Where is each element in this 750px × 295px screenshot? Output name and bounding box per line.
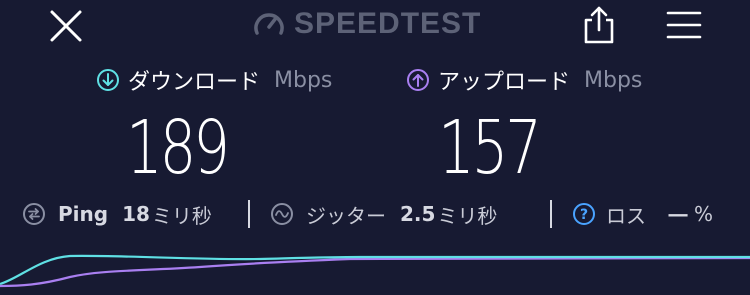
- share-icon: [584, 6, 614, 44]
- speed-graph: [0, 254, 750, 288]
- ping-unit: ミリ秒: [151, 203, 212, 228]
- download-value: 189: [126, 105, 230, 191]
- svg-text:?: ?: [580, 207, 588, 223]
- close-button[interactable]: [46, 6, 86, 46]
- ping-label: Ping: [58, 202, 109, 226]
- upload-arrow-icon: [407, 69, 429, 91]
- jitter-stat: ジッター 2.5 ミリ秒: [270, 196, 497, 232]
- close-icon: [50, 10, 82, 42]
- download-unit: Mbps: [274, 67, 333, 93]
- loss-label: ロス: [606, 203, 646, 228]
- jitter-unit: ミリ秒: [437, 203, 498, 228]
- share-button[interactable]: [582, 4, 616, 46]
- upload-label: アップロード: [438, 70, 571, 95]
- upload-header: アップロード Mbps: [406, 64, 642, 96]
- help-icon[interactable]: ?: [572, 202, 596, 226]
- stats-row: Ping 18 ミリ秒 ジッター 2.5 ミリ秒 ? ロス 一 %: [0, 196, 750, 232]
- upload-graph-line: [0, 256, 750, 288]
- speedometer-icon: [254, 13, 284, 35]
- loss-stat: ? ロス 一 %: [572, 196, 713, 232]
- jitter-icon: [271, 203, 293, 225]
- speedtest-logo: SPEEDTEST: [252, 6, 481, 42]
- brand-name: SPEEDTEST: [294, 7, 482, 40]
- upload-unit: Mbps: [584, 67, 643, 93]
- download-arrow-icon: [97, 69, 119, 91]
- upload-value: 157: [438, 105, 542, 191]
- stat-divider: [248, 200, 250, 228]
- loss-unit: %: [694, 202, 714, 226]
- download-header: ダウンロード Mbps: [96, 64, 332, 96]
- menu-button[interactable]: [666, 10, 702, 40]
- download-graph-line: [0, 254, 750, 286]
- loss-value: 一: [668, 203, 688, 228]
- jitter-label: ジッター: [306, 203, 386, 228]
- stat-divider: [550, 200, 552, 228]
- ping-value: 18: [122, 202, 150, 226]
- jitter-value: 2.5: [400, 202, 436, 226]
- ping-stat: Ping 18 ミリ秒: [22, 196, 212, 232]
- ping-icon: [23, 203, 45, 225]
- menu-icon: [666, 11, 702, 39]
- download-label: ダウンロード: [128, 70, 261, 95]
